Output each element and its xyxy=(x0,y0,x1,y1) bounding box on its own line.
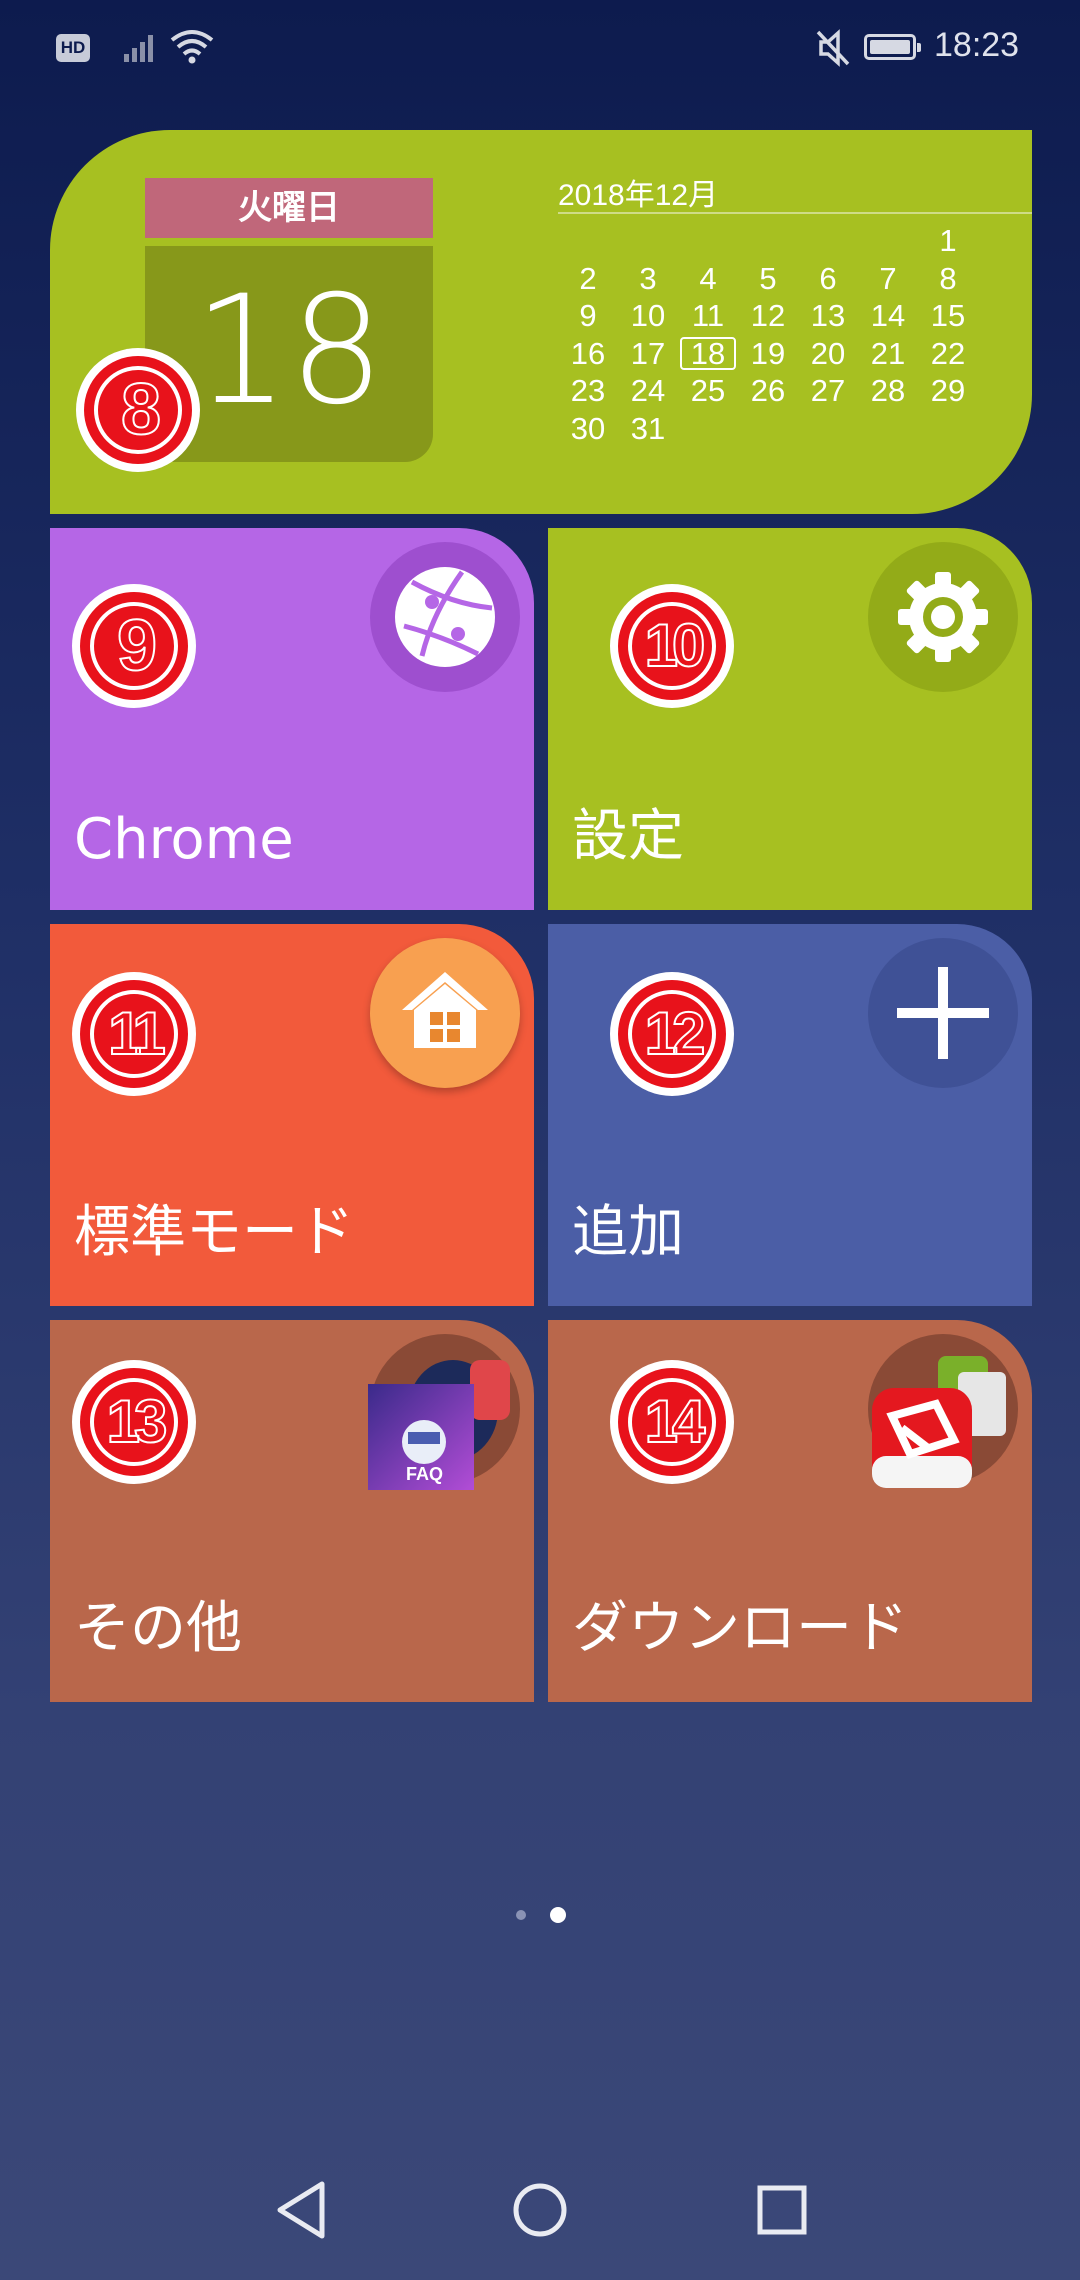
tile-downloads[interactable]: 14 ダウンロード xyxy=(548,1320,1032,1702)
chrome-browser-icon xyxy=(395,567,495,667)
hd-icon: HD xyxy=(56,34,90,62)
badge-10: 10 xyxy=(610,584,734,708)
badge-number: 12 xyxy=(644,999,707,1068)
plus-icon xyxy=(897,967,989,1059)
folder-app-icon xyxy=(470,1360,510,1420)
calendar-date: 8 xyxy=(939,260,957,296)
calendar-date: 20 xyxy=(810,335,846,371)
month-label: 2018年12月 xyxy=(558,179,719,212)
tile-others[interactable]: FAQ 13 その他 xyxy=(50,1320,534,1702)
tile-settings[interactable]: 10 設定 xyxy=(548,528,1032,910)
calendar-blank-cell xyxy=(858,222,918,260)
badge-8: 8 xyxy=(76,348,200,472)
calendar-blank-cell xyxy=(678,222,738,260)
tile-standard-mode[interactable]: 11 標準モード xyxy=(50,924,534,1306)
tile-label: 設定 xyxy=(572,804,684,869)
calendar-date: 27 xyxy=(810,373,846,408)
tile-label: その他 xyxy=(74,1596,242,1661)
recents-icon[interactable] xyxy=(742,2170,822,2250)
signal-icon xyxy=(124,35,153,62)
calendar-date: 21 xyxy=(870,335,906,371)
badge-number: 14 xyxy=(644,1387,707,1456)
back-icon[interactable] xyxy=(262,2170,342,2250)
calendar-date: 28 xyxy=(870,373,906,408)
folder-downloads-icon xyxy=(872,1388,972,1488)
calendar-date: 10 xyxy=(630,298,666,333)
badge-11: 11 xyxy=(72,972,196,1096)
home-icon xyxy=(402,972,488,1048)
calendar-date: 15 xyxy=(930,298,966,333)
navigation-bar xyxy=(0,2140,1080,2280)
calendar-date: 12 xyxy=(750,298,786,333)
calendar-date: 3 xyxy=(639,260,657,296)
badge-number: 11 xyxy=(107,999,167,1068)
status-bar: HD 18:23 xyxy=(0,0,1080,96)
battery-icon xyxy=(864,34,921,60)
calendar-date: 31 xyxy=(630,410,666,446)
tile-add[interactable]: 12 追加 xyxy=(548,924,1032,1306)
badge-number: 10 xyxy=(644,611,707,680)
badge-number: 13 xyxy=(106,1387,169,1456)
calendar-date: 23 xyxy=(570,373,606,408)
calendar-date: 18 xyxy=(678,335,738,373)
badge-9: 9 xyxy=(72,584,196,708)
calendar-blank-cell xyxy=(798,222,858,260)
svg-text:FAQ: FAQ xyxy=(406,1464,443,1484)
calendar-date: 6 xyxy=(819,260,837,296)
tile-label: 標準モード xyxy=(74,1200,354,1265)
badge-13: 13 xyxy=(72,1360,196,1484)
tile-label: Chrome xyxy=(74,807,294,872)
home-circle-icon[interactable] xyxy=(500,2170,580,2250)
calendar-date: 16 xyxy=(570,335,606,371)
calendar-date: 1 xyxy=(939,223,957,258)
badge-number: 9 xyxy=(116,605,158,687)
folder-apps-icon: FAQ xyxy=(368,1384,474,1490)
calendar-blank-cell xyxy=(618,222,678,260)
calendar-date: 4 xyxy=(699,260,717,296)
calendar-date: 26 xyxy=(750,373,786,408)
calendar-date: 7 xyxy=(879,260,897,296)
tile-label: 追加 xyxy=(572,1200,684,1265)
weekday-label: 火曜日 xyxy=(145,178,433,238)
page-dot[interactable] xyxy=(516,1910,526,1920)
calendar-widget[interactable]: 火曜日 18 2018年12月 1 2 3 4 5 6 7 8 9 10 11 12 13 14 15 16 1… xyxy=(50,130,1032,514)
calendar-date: 19 xyxy=(750,335,786,371)
tile-chrome[interactable]: 9 Chrome xyxy=(50,528,534,910)
calendar-date: 14 xyxy=(870,298,906,333)
month-divider xyxy=(558,212,1032,214)
calendar-date: 25 xyxy=(690,373,726,408)
calendar-date: 29 xyxy=(930,373,966,408)
badge-12: 12 xyxy=(610,972,734,1096)
calendar-date: 13 xyxy=(810,298,846,333)
calendar-blank-cell xyxy=(558,222,618,260)
calendar-date: 2 xyxy=(579,260,597,296)
calendar-date: 22 xyxy=(930,335,966,371)
calendar-date: 5 xyxy=(759,260,777,296)
badge-number: 8 xyxy=(120,369,162,451)
mute-icon xyxy=(816,29,850,67)
calendar-grid: 1 2 3 4 5 6 7 8 9 10 11 12 13 14 15 16 17 18 19 20 21 22 23 24 2… xyxy=(558,222,998,447)
gear-icon xyxy=(898,572,988,662)
clock-time: 18:23 xyxy=(934,26,1020,64)
wifi-icon xyxy=(170,30,214,64)
calendar-date: 17 xyxy=(630,335,666,371)
calendar-date: 9 xyxy=(579,298,597,333)
page-dot-active[interactable] xyxy=(550,1907,566,1923)
calendar-date: 30 xyxy=(570,410,606,446)
badge-14: 14 xyxy=(610,1360,734,1484)
tile-label: ダウンロード xyxy=(572,1596,908,1661)
calendar-date: 24 xyxy=(630,373,666,408)
calendar-date: 11 xyxy=(691,298,725,333)
calendar-blank-cell xyxy=(738,222,798,260)
